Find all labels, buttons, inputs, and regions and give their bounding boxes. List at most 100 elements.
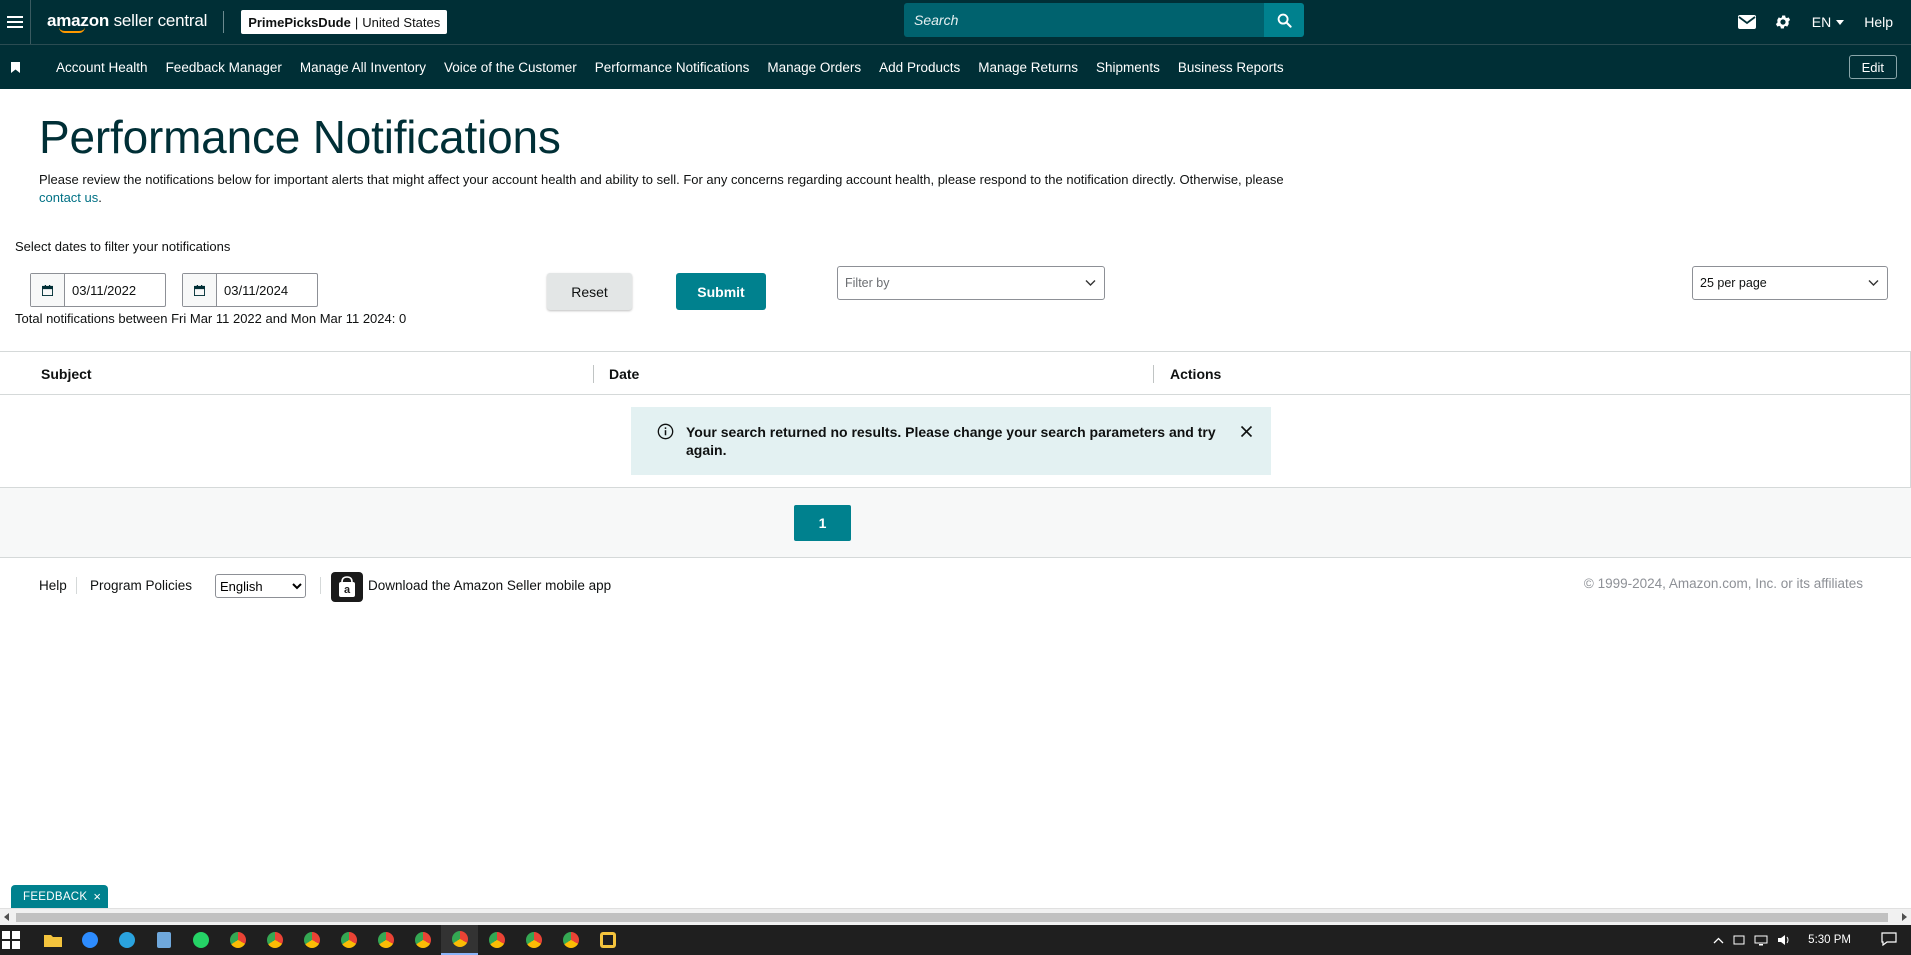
scroll-right-arrow-icon[interactable] bbox=[1902, 913, 1907, 921]
calendar-icon[interactable] bbox=[31, 274, 65, 306]
program-policies-link[interactable]: Program Policies bbox=[90, 578, 192, 593]
chevron-up-icon[interactable] bbox=[1713, 937, 1724, 944]
date-filter-label: Select dates to filter your notification… bbox=[15, 239, 231, 254]
nav-item-account-health[interactable]: Account Health bbox=[56, 60, 148, 75]
amazon-seller-central-logo[interactable]: amazon seller central bbox=[47, 0, 207, 44]
top-header: amazon seller central PrimePicksDude | U… bbox=[0, 0, 1911, 44]
column-header-actions[interactable]: Actions bbox=[1170, 352, 1221, 396]
notification-center-icon[interactable] bbox=[1881, 931, 1897, 949]
feedback-label: FEEDBACK bbox=[23, 890, 88, 903]
footer: Help Program Policies English a Download… bbox=[0, 570, 1911, 602]
store-separator: | bbox=[354, 14, 359, 30]
per-page-value: 25 per page bbox=[1700, 276, 1767, 290]
windows-start-icon[interactable] bbox=[2, 931, 20, 949]
horizontal-scrollbar[interactable] bbox=[0, 908, 1911, 925]
feedback-close-icon[interactable]: × bbox=[93, 889, 101, 904]
header-divider bbox=[30, 0, 31, 44]
search-button[interactable] bbox=[1264, 3, 1304, 37]
column-header-subject[interactable]: Subject bbox=[41, 352, 92, 396]
nav-item-voice-of-the-customer[interactable]: Voice of the Customer bbox=[444, 60, 577, 75]
chrome-icon[interactable] bbox=[293, 925, 330, 955]
meet-now-icon[interactable] bbox=[1733, 934, 1745, 946]
system-tray: 5:30 PM bbox=[1713, 925, 1911, 955]
search-input[interactable] bbox=[904, 3, 1264, 37]
nav-item-business-reports[interactable]: Business Reports bbox=[1178, 60, 1284, 75]
store-region: United States bbox=[362, 14, 441, 30]
nav-item-feedback-manager[interactable]: Feedback Manager bbox=[166, 60, 282, 75]
bookmark-nav-bar: Account Health Feedback Manager Manage A… bbox=[0, 44, 1911, 89]
submit-button[interactable]: Submit bbox=[676, 273, 766, 310]
amazon-seller-app-icon[interactable]: a bbox=[331, 572, 363, 602]
nav-item-manage-orders[interactable]: Manage Orders bbox=[767, 60, 861, 75]
footer-language-select[interactable]: English bbox=[215, 574, 306, 598]
network-icon[interactable] bbox=[1754, 934, 1768, 946]
column-header-date[interactable]: Date bbox=[609, 352, 639, 396]
taskbar-apps bbox=[34, 925, 626, 955]
info-icon bbox=[657, 423, 674, 440]
column-divider bbox=[593, 365, 594, 383]
chrome-icon[interactable] bbox=[330, 925, 367, 955]
whatsapp-icon[interactable] bbox=[182, 925, 219, 955]
chrome-icon[interactable] bbox=[478, 925, 515, 955]
help-link[interactable]: Help bbox=[1864, 14, 1893, 30]
zoom-icon[interactable] bbox=[71, 925, 108, 955]
notes-app-icon[interactable] bbox=[145, 925, 182, 955]
close-icon[interactable] bbox=[1240, 425, 1253, 438]
hamburger-menu-icon[interactable] bbox=[0, 0, 30, 44]
nav-item-manage-all-inventory[interactable]: Manage All Inventory bbox=[300, 60, 426, 75]
scrollbar-thumb[interactable] bbox=[16, 913, 1888, 922]
start-date-input[interactable] bbox=[65, 274, 165, 306]
volume-icon[interactable] bbox=[1777, 934, 1791, 946]
no-results-message: Your search returned no results. Please … bbox=[686, 424, 1216, 458]
reset-button[interactable]: Reset bbox=[547, 273, 632, 310]
copyright-text: © 1999-2024, Amazon.com, Inc. or its aff… bbox=[1583, 576, 1863, 591]
feedback-tab[interactable]: FEEDBACK × bbox=[11, 885, 109, 908]
language-selector[interactable]: EN bbox=[1811, 14, 1845, 30]
description-end: . bbox=[98, 190, 102, 205]
telegram-icon[interactable] bbox=[108, 925, 145, 955]
file-explorer-icon[interactable] bbox=[34, 925, 71, 955]
scroll-left-arrow-icon[interactable] bbox=[4, 913, 9, 921]
footer-help-link[interactable]: Help bbox=[39, 578, 67, 593]
nav-item-manage-returns[interactable]: Manage Returns bbox=[978, 60, 1078, 75]
page-button-current[interactable]: 1 bbox=[794, 505, 851, 541]
nav-item-performance-notifications[interactable]: Performance Notifications bbox=[595, 60, 750, 75]
chrome-icon[interactable] bbox=[219, 925, 256, 955]
nav-item-shipments[interactable]: Shipments bbox=[1096, 60, 1160, 75]
app-r-icon[interactable] bbox=[589, 925, 626, 955]
logo-rest-text: seller central bbox=[109, 11, 208, 30]
footer-divider bbox=[76, 577, 77, 594]
page-description: Please review the notifications below fo… bbox=[39, 171, 1299, 207]
chevron-down-icon bbox=[1836, 19, 1845, 25]
footer-divider bbox=[320, 577, 321, 594]
nav-item-add-products[interactable]: Add Products bbox=[879, 60, 960, 75]
table-header: Subject Date Actions bbox=[0, 351, 1911, 395]
per-page-dropdown[interactable]: 25 per page bbox=[1692, 266, 1888, 300]
start-date-field bbox=[30, 273, 166, 307]
download-app-link[interactable]: Download the Amazon Seller mobile app bbox=[368, 578, 611, 593]
no-results-alert: Your search returned no results. Please … bbox=[631, 407, 1271, 475]
chrome-icon[interactable] bbox=[515, 925, 552, 955]
chevron-down-icon bbox=[1868, 280, 1879, 286]
gear-icon[interactable] bbox=[1774, 13, 1792, 31]
filter-by-placeholder: Filter by bbox=[845, 276, 890, 290]
calendar-icon[interactable] bbox=[183, 274, 217, 306]
windows-taskbar: 5:30 PM bbox=[0, 925, 1911, 955]
store-selector[interactable]: PrimePicksDude | United States bbox=[241, 10, 448, 34]
mail-icon[interactable] bbox=[1737, 15, 1756, 29]
chrome-icon[interactable] bbox=[552, 925, 589, 955]
header-actions: EN Help bbox=[1720, 0, 1893, 44]
bookmark-icon[interactable] bbox=[0, 61, 30, 73]
chrome-icon-active[interactable] bbox=[441, 925, 478, 955]
chrome-icon[interactable] bbox=[404, 925, 441, 955]
chrome-icon[interactable] bbox=[256, 925, 293, 955]
pagination: 1 bbox=[0, 488, 1911, 558]
edit-nav-button[interactable]: Edit bbox=[1848, 55, 1897, 79]
end-date-field bbox=[182, 273, 318, 307]
filter-by-dropdown[interactable]: Filter by bbox=[837, 266, 1105, 300]
taskbar-clock[interactable]: 5:30 PM bbox=[1808, 934, 1851, 946]
chrome-icon[interactable] bbox=[367, 925, 404, 955]
language-code: EN bbox=[1811, 14, 1832, 30]
contact-us-link[interactable]: contact us bbox=[39, 190, 98, 205]
end-date-input[interactable] bbox=[217, 274, 317, 306]
